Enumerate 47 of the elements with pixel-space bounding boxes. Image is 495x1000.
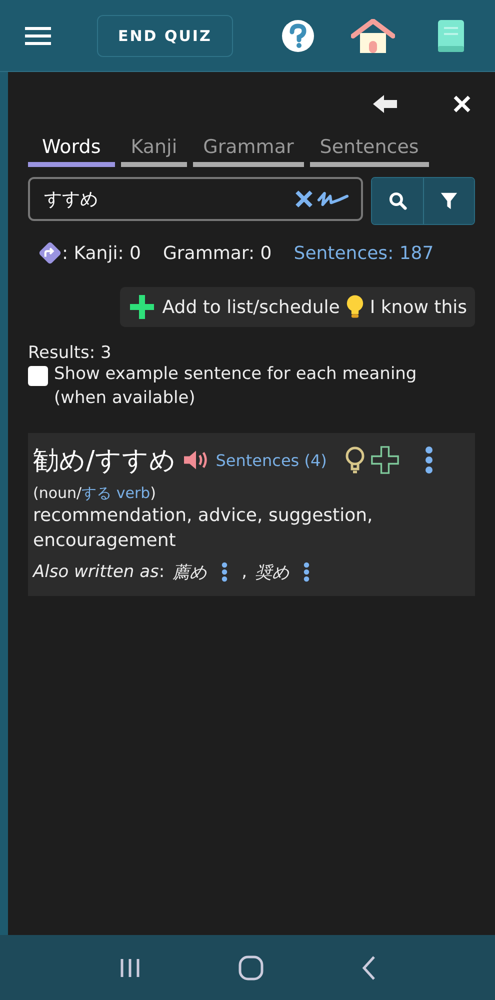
alternate-form: 奨め bbox=[255, 562, 290, 584]
alternate-form: 薦め bbox=[172, 562, 207, 584]
search-icon bbox=[388, 192, 406, 210]
end-quiz-button[interactable]: END QUIZ bbox=[97, 14, 233, 56]
menu-icon[interactable] bbox=[25, 26, 51, 46]
tab[interactable]: Kanji bbox=[120, 134, 188, 167]
clear-icon[interactable] bbox=[295, 190, 313, 208]
kanji-count: : Kanji: 0 bbox=[62, 242, 141, 264]
part-of-speech: (noun/する verb) bbox=[33, 484, 158, 503]
tab[interactable]: Words bbox=[28, 134, 115, 167]
search-input[interactable]: すすめ bbox=[42, 188, 291, 210]
results-count: Results: 3 bbox=[28, 343, 112, 363]
handwriting-icon[interactable] bbox=[317, 190, 349, 208]
word-title: 勧め/すすめ bbox=[33, 444, 176, 478]
filter-button[interactable] bbox=[423, 178, 474, 224]
plus-outline-icon[interactable] bbox=[370, 446, 399, 474]
home-button-icon[interactable] bbox=[238, 954, 264, 980]
help-icon[interactable] bbox=[280, 18, 315, 52]
search-button[interactable] bbox=[372, 178, 423, 224]
grammar-count: Grammar: 0 bbox=[162, 242, 272, 264]
also-written-label: Also written as: bbox=[33, 562, 165, 582]
meaning-text: recommendation, advice, suggestion, encouragement bbox=[33, 504, 374, 553]
suru-verb-link[interactable]: する verb bbox=[82, 484, 150, 502]
close-icon[interactable] bbox=[453, 95, 471, 113]
know-this-button[interactable]: I know this bbox=[346, 293, 467, 321]
more-icon[interactable] bbox=[220, 562, 228, 582]
more-icon[interactable] bbox=[303, 562, 310, 582]
book-icon[interactable] bbox=[436, 18, 465, 52]
lightbulb-icon bbox=[346, 294, 364, 320]
more-icon[interactable] bbox=[424, 446, 433, 474]
tab[interactable]: Sentences bbox=[310, 134, 429, 167]
search-field[interactable]: すすめ bbox=[28, 177, 363, 221]
home-icon[interactable] bbox=[350, 18, 395, 52]
recent-apps-icon[interactable] bbox=[118, 956, 140, 978]
plus-icon bbox=[128, 293, 156, 321]
tab[interactable]: Grammar bbox=[193, 134, 304, 167]
sentences-count-link[interactable]: Sentences: 187 bbox=[294, 242, 434, 264]
sentences-link[interactable]: Sentences (4) bbox=[216, 450, 327, 470]
lightbulb-outline-icon[interactable] bbox=[344, 446, 365, 474]
back-icon[interactable] bbox=[360, 954, 376, 980]
filter-icon bbox=[440, 192, 458, 210]
checkbox-label: Show example sentence for each meaning (when available) bbox=[54, 363, 418, 410]
checkbox[interactable] bbox=[28, 366, 48, 386]
example-sentence-checkbox[interactable]: Show example sentence for each meaning (when available) bbox=[28, 363, 475, 411]
back-arrow-icon[interactable] bbox=[373, 94, 397, 114]
comma: , bbox=[242, 562, 248, 582]
add-to-list-button[interactable]: Add to list/schedule bbox=[128, 293, 340, 321]
